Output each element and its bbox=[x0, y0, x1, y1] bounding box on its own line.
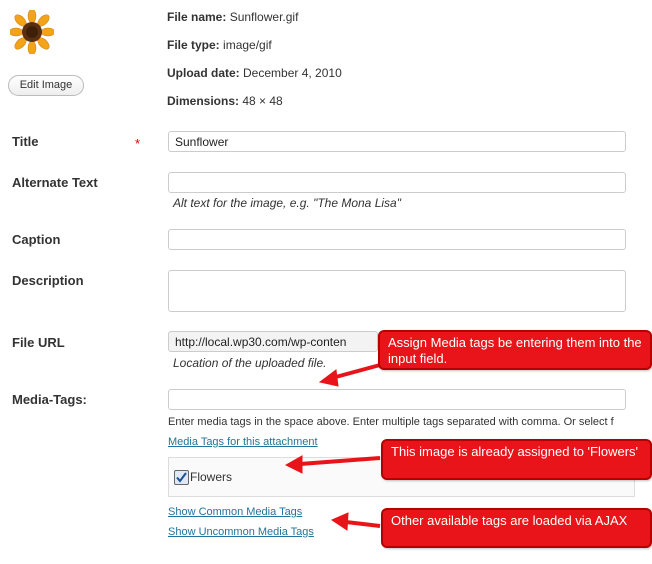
ajax-tags-callout: Other available tags are loaded via AJAX bbox=[381, 508, 652, 548]
already-assigned-callout: This image is already assigned to 'Flowe… bbox=[381, 439, 652, 480]
assign-tags-callout: Assign Media tags be entering them into … bbox=[378, 330, 652, 370]
